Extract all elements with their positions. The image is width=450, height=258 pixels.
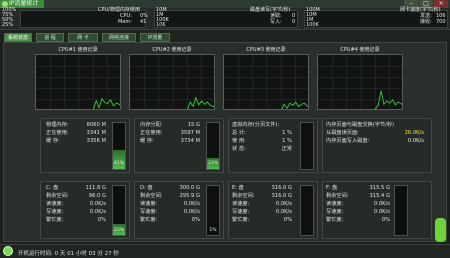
cpu4-chart-title: CPU#4 使用记录: [340, 47, 380, 53]
top-meters: 100% 75% 50% 25% CPU/物理内存使用 CPU: 0% Mem:…: [0, 7, 450, 30]
cpu4-usage-chart: [317, 54, 403, 110]
bar-percent: 23%: [113, 228, 124, 233]
bar-percent: 41%: [113, 161, 124, 166]
bar-percent: 1%: [209, 228, 217, 233]
scale-label: 25%: [2, 22, 14, 28]
disk-d-usage-bar: 1%: [206, 185, 220, 236]
commit-memory-bar: 23%: [206, 122, 220, 170]
mem-label: Mem:: [118, 19, 132, 25]
cpu3-usage-chart: [223, 54, 309, 110]
mem-value: 41: [140, 19, 147, 25]
title-bar: [0, 0, 450, 8]
scroll-handle[interactable]: [435, 218, 446, 242]
tab-system-status[interactable]: 系统状态: [4, 33, 32, 42]
memory-value: 3734 M: [180, 138, 200, 144]
status-globe-icon: [3, 246, 13, 256]
tab-network-connections[interactable]: 网络连接: [102, 33, 136, 42]
disk-f-usage-bar: [394, 185, 408, 236]
bar-percent: 23%: [207, 161, 218, 166]
uptime-text: 开机运行时间: 0 天 01 小时 03 分 27 秒: [18, 251, 119, 257]
disk-meter: 10M 1M 100K 10K 磁盘读写(字节/秒) 读取: 0 写入: 0: [152, 7, 300, 30]
cpu1-chart-title: CPU#1 使用记录: [58, 47, 98, 53]
disk-c-usage-bar: 23%: [112, 185, 126, 236]
net-recv-label: 接收:: [420, 19, 432, 25]
memory-value: 正常: [281, 146, 292, 152]
cpu-meter-title: CPU/物理内存使用: [98, 7, 140, 13]
scale-label: 10K: [156, 22, 166, 28]
cpu3-chart-title: CPU#3 使用记录: [246, 47, 286, 53]
virtual-memory-bar: [300, 122, 314, 170]
disk-write-value: 0: [292, 19, 296, 25]
disk-row: 繁忙度:: [140, 217, 158, 223]
disk-row: 繁忙度:: [46, 217, 64, 223]
disk-row: 繁忙度:: [232, 217, 250, 223]
paging-row: 内存页面写入磁盘:: [326, 138, 370, 144]
physical-memory-bar: 41%: [112, 122, 126, 170]
disk-value: 0%: [191, 217, 200, 223]
memory-row: 缓 存:: [140, 138, 154, 144]
cpu2-chart-title: CPU#2 使用记录: [152, 47, 192, 53]
cpu-usage-line: [187, 96, 214, 109]
memory-row: 状 态:: [232, 146, 246, 152]
bar-fill: [113, 150, 125, 169]
memory-value: 3356 M: [86, 138, 106, 144]
tab-ip-traffic[interactable]: IP流量: [140, 33, 170, 42]
net-recv-value: 700: [436, 19, 446, 25]
network-meter: 100M 10M 1M 100K 网卡速度(字节/秒) 发送: 106 接收: …: [302, 7, 450, 30]
scale-label: 100K: [306, 22, 319, 28]
cpu1-usage-chart: [35, 54, 121, 110]
tab-network-card[interactable]: 网 卡: [68, 33, 98, 42]
paging-write-value: 0.0K/s: [407, 138, 424, 144]
disk-row: 繁忙度:: [326, 217, 344, 223]
disk-value: 0%: [97, 217, 106, 223]
disk-e-usage-bar: [300, 185, 314, 236]
cpu2-usage-chart: [129, 54, 215, 110]
cpu-usage-line: [374, 90, 402, 109]
tab-processes[interactable]: 进 程: [36, 33, 64, 42]
cpu-usage-line: [92, 97, 120, 109]
cpu-usage-line: [281, 101, 308, 109]
cpu-meter: 100% 75% 50% 25% CPU/物理内存使用 CPU: 0% Mem:…: [0, 7, 150, 30]
disk-write-label: 写入:: [270, 19, 282, 25]
memory-row: 缓 存:: [46, 138, 60, 144]
disk-value: 0%: [381, 217, 390, 223]
disk-value: 0%: [283, 217, 292, 223]
